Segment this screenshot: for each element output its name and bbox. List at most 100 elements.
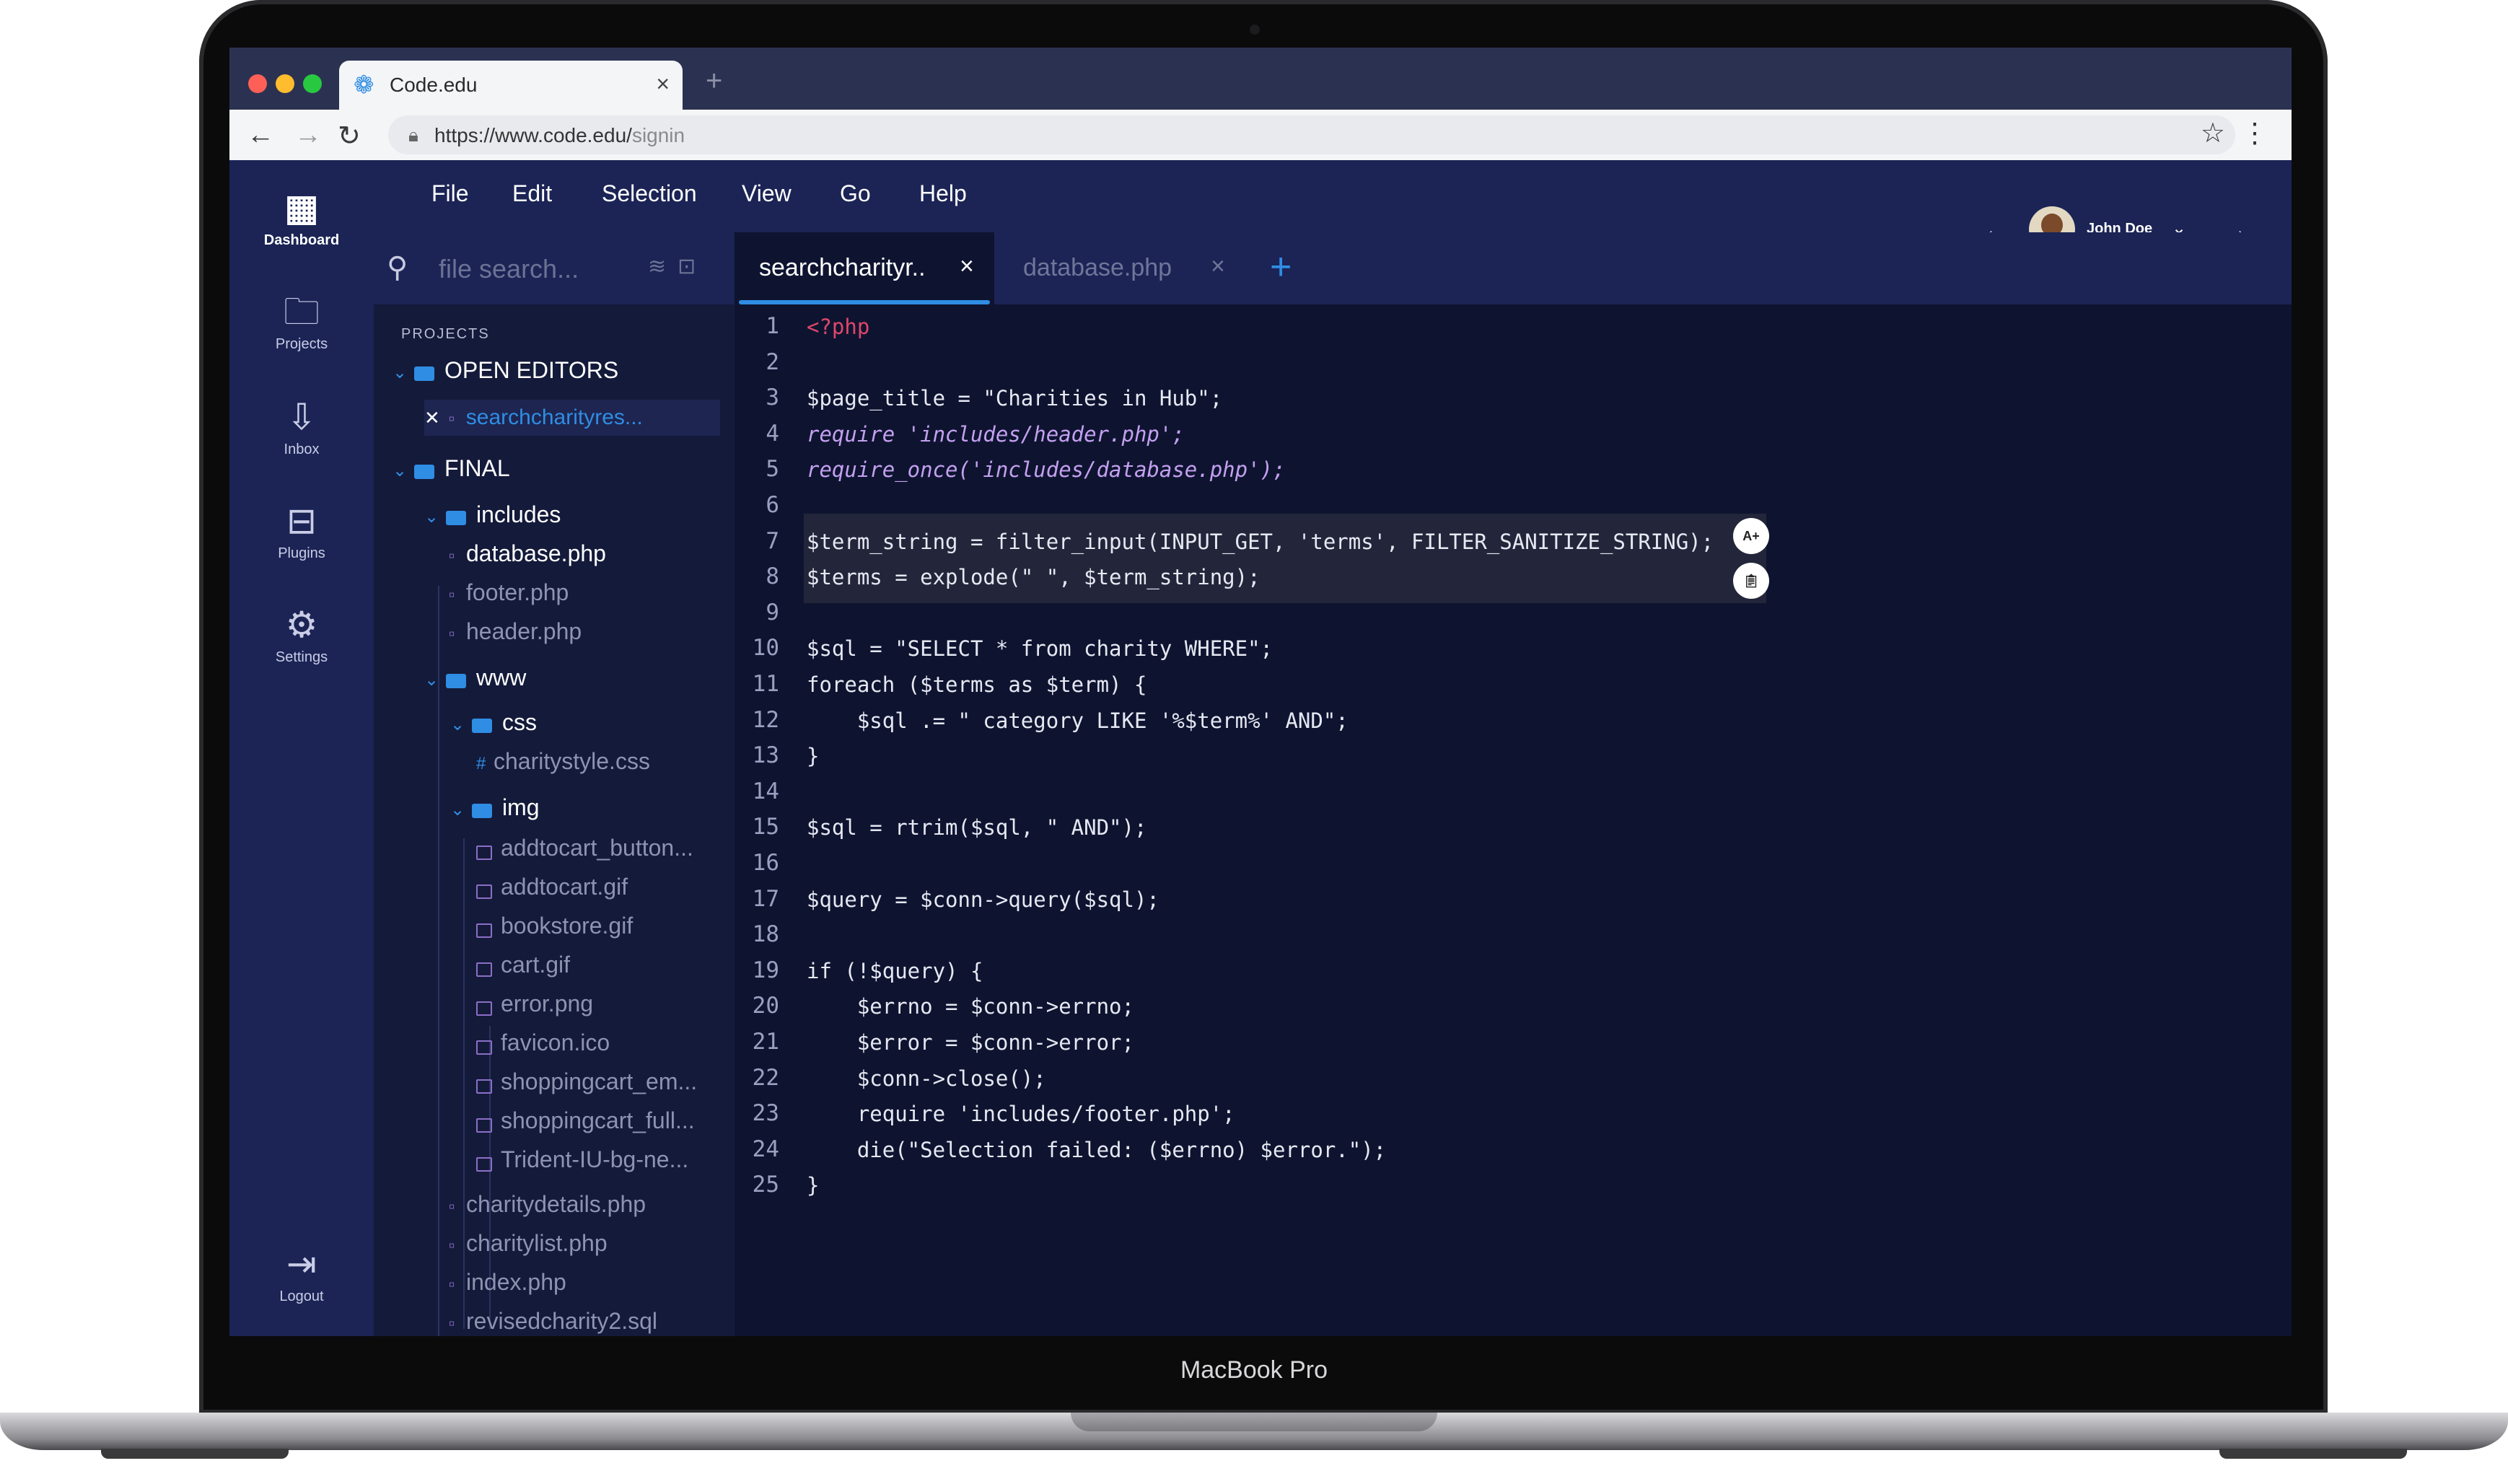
tree-file[interactable]: bookstore.gif [476,908,633,944]
chevron-down-icon: ⌄ [393,363,408,382]
tree-open-editors[interactable]: ⌄ OPEN EDITORS [393,352,618,388]
code-line: } [807,1173,820,1198]
folder-icon [472,803,492,818]
laptop-foot [101,1449,289,1459]
tree-file[interactable]: ▫ charitylist.php [449,1225,608,1261]
browser-tab[interactable]: ❁ Code.edu × [339,61,683,110]
tree-file[interactable]: ▫ charitydetails.php [449,1186,646,1222]
chevron-down-icon: ⌄ [424,507,439,527]
tree-folder-includes[interactable]: ⌄ includes [424,496,561,532]
line-number: 10 [752,635,779,662]
php-file-icon: ▫ [449,546,455,566]
tree-folder-www[interactable]: ⌄ www [424,659,526,695]
tree-file[interactable]: favicon.ico [476,1024,610,1061]
browser-toolbar: ← → ↻ 🔒︎ https://www.code.edu/signin ☆ ⋮ [229,110,2292,160]
close-tab-icon[interactable]: × [1211,253,1225,281]
open-editor-item[interactable]: ✕ ▫ searchcharityres... [424,400,720,436]
sidebar-item-projects[interactable]: 🗀︎ Projects [229,290,374,353]
tree-file[interactable]: Trident-IU-bg-ne... [476,1141,688,1177]
sidebar-item-label: Plugins [278,545,325,561]
laptop-foot [2219,1449,2407,1459]
tree-file[interactable]: shoppingcart_full... [476,1102,695,1138]
close-tab-icon[interactable]: × [656,71,670,97]
menu-go[interactable]: Go [840,180,871,207]
folder-icon [472,718,492,733]
close-icon[interactable]: ✕ [424,407,440,429]
php-file-icon: ▫ [449,624,455,644]
sidebar-item-inbox[interactable]: ⇩ Inbox [229,395,374,458]
tab-searchcharity[interactable]: searchcharityr.. × [735,232,994,304]
code-line: die("Selection failed: ($errno) $error."… [807,1137,1387,1162]
line-number: 4 [766,420,779,447]
sidebar-item-settings[interactable]: ⚙ Settings [229,603,374,666]
chevron-down-icon: ⌄ [424,670,439,690]
tree-file[interactable]: error.png [476,985,593,1022]
clipboard-icon[interactable]: 📋︎ [1733,563,1769,599]
close-window-button[interactable] [248,74,267,93]
file-search[interactable]: ⚲ file search... ≋⊡ [374,232,735,304]
line-number: 14 [752,778,779,804]
search-input[interactable]: file search... [439,254,579,284]
tree-folder-css[interactable]: ⌄ css [450,704,537,740]
chevron-down-icon: ⌄ [450,715,465,734]
tree-file[interactable]: ▫ header.php [449,613,582,649]
line-number: 21 [752,1029,779,1055]
filter-icon[interactable]: ≋⊡ [648,254,707,279]
css-file-icon: # [476,754,486,773]
address-bar[interactable]: 🔒︎ https://www.code.edu/signin [388,115,2235,154]
line-number: 8 [766,563,779,590]
menu-view[interactable]: View [742,180,792,207]
menu-file[interactable]: File [431,180,469,207]
line-number: 6 [766,492,779,518]
reload-icon[interactable]: ↻ [338,120,361,152]
tree-file[interactable]: shoppingcart_em... [476,1063,697,1099]
line-number: 2 [766,348,779,375]
code-line: require_once('includes/database.php'); [807,457,1286,483]
tree-file[interactable]: addtocart.gif [476,869,628,905]
tree-file[interactable]: addtocart_button... [476,830,693,866]
tree-file[interactable]: ▫ database.php [449,535,606,571]
tree-file[interactable]: # charitystyle.css [476,743,650,779]
folder-icon [446,510,466,525]
tree-file[interactable]: ▫ footer.php [449,574,569,610]
image-file-icon [476,1040,492,1055]
back-icon[interactable]: ← [247,120,274,151]
sidebar-item-label: Projects [275,336,328,352]
gear-icon: ⚙ [285,605,318,645]
tree-folder-final[interactable]: ⌄ FINAL [393,450,510,486]
php-file-icon: ▫ [449,1275,455,1294]
menu-help[interactable]: Help [919,180,967,207]
new-tab-button[interactable]: + [706,65,722,97]
font-size-button[interactable]: A+ [1733,518,1769,554]
file-explorer: ⚲ file search... ≋⊡ PROJECTS ⌄ OPEN EDITO… [374,232,735,1336]
code-line: require 'includes/header.php'; [807,421,1185,447]
tree-file[interactable]: ▫ revisedcharity2.sql [449,1303,657,1336]
menu-edit[interactable]: Edit [512,180,552,207]
tab-database[interactable]: database.php × [994,232,1240,304]
tree-folder-img[interactable]: ⌄ img [450,789,540,825]
bookmark-star-icon[interactable]: ☆ [2201,117,2225,149]
camera [1250,25,1260,35]
tree-file[interactable]: ▫ index.php [449,1264,566,1300]
code-line: <?php [807,315,870,339]
close-tab-icon[interactable]: × [960,253,974,281]
tree-file[interactable]: cart.gif [476,947,570,983]
code-line: $query = $conn->query($sql); [807,887,1159,912]
code-line: $sql = rtrim($sql, " AND"); [807,815,1147,840]
add-tab-button[interactable]: + [1270,245,1292,289]
line-number: 18 [752,921,779,948]
minimize-window-button[interactable] [276,74,294,93]
sidebar-item-dashboard[interactable]: ▦ Dashboard [229,186,374,249]
image-file-icon [476,845,492,860]
menu-selection[interactable]: Selection [602,180,697,207]
sidebar-item-plugins[interactable]: ⊟ Plugins [229,499,374,562]
maximize-window-button[interactable] [303,74,322,93]
code-area[interactable]: 1 <?php 2 3 $page_title = "Charities in Hub"… [735,304,2292,1336]
forward-icon[interactable]: → [294,120,322,151]
code-line: $conn->close(); [807,1066,1046,1091]
logout-button[interactable]: ⇥ Logout [229,1242,374,1305]
laptop-notch [1071,1413,1437,1431]
line-number: 16 [752,850,779,876]
browser-menu-icon[interactable]: ⋮ [2241,117,2268,149]
folder-icon [446,673,466,688]
